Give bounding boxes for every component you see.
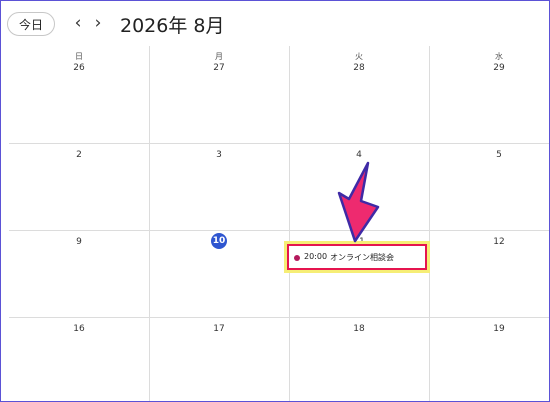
grid-line [429,46,430,401]
event-color-dot [294,255,300,261]
day-cell-number[interactable]: 28 [289,63,429,73]
annotation-arrow-icon [337,161,380,243]
weekday-header: 水 [495,52,503,61]
day-cell-number[interactable]: 3 [149,150,289,160]
day-cell-number[interactable]: 9 [9,237,149,247]
weekday-header: 火 [355,52,363,61]
day-cell-number[interactable]: 16 [9,324,149,334]
today-button[interactable]: 今日 [7,12,55,36]
day-cell-number[interactable]: 29 [429,63,549,73]
day-cell-number[interactable]: 17 [149,324,289,334]
day-cell-number[interactable]: 2 [9,150,149,160]
month-title: 2026年 8月 [120,15,225,37]
month-grid: 日 月 火 水 26 27 28 29 2 3 4 5 9 11 12 16 1… [9,46,549,401]
weekday-header: 月 [215,52,223,61]
day-cell-number[interactable]: 18 [289,324,429,334]
grid-line [9,143,549,144]
grid-line [9,317,549,318]
chevron-left-icon[interactable]: ‹ [70,13,86,33]
grid-line [289,46,290,401]
day-cell-number[interactable]: 19 [429,324,549,334]
grid-line [9,230,549,231]
day-cell-number[interactable]: 12 [429,237,549,247]
day-cell-number[interactable]: 4 [289,150,429,160]
calendar-window: 今日 ‹ › 2026年 8月 日 月 火 水 26 27 28 29 2 3 … [0,0,550,402]
event-time: 20:00 [304,252,328,261]
calendar-header: 今日 ‹ › 2026年 8月 [1,1,549,46]
today-date-badge[interactable]: 10 [211,233,227,249]
day-cell-number[interactable]: 27 [149,63,289,73]
day-cell-number[interactable]: 5 [429,150,549,160]
day-cell-number[interactable]: 26 [9,63,149,73]
chevron-right-icon[interactable]: › [90,13,106,33]
weekday-header: 日 [75,52,83,61]
grid-line [149,46,150,401]
event-title: オンライン相談会 [330,253,394,262]
